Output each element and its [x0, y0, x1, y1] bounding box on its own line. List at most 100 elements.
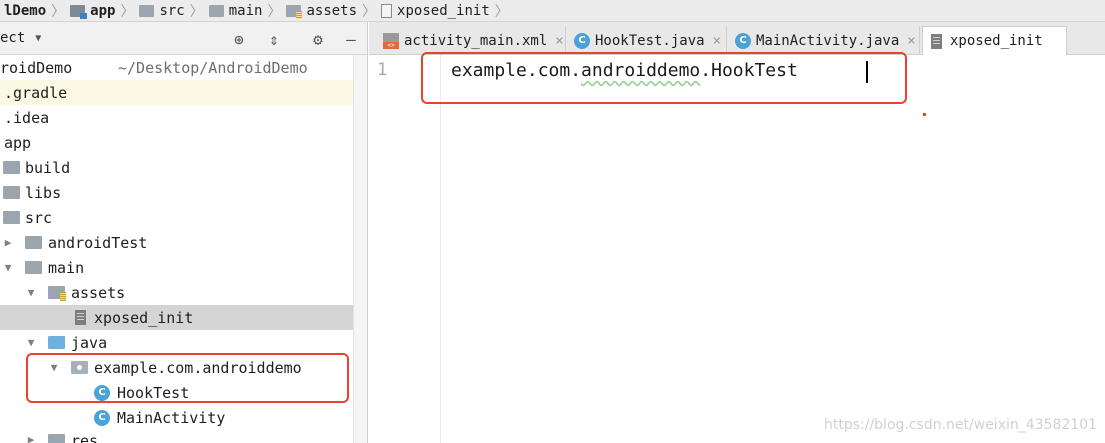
breadcrumb-item-src[interactable]: src [135, 0, 188, 21]
text-file-icon [75, 310, 86, 325]
chevron-right-icon: 〉 [51, 3, 66, 20]
tree-item-main[interactable]: ▼ main [0, 255, 353, 280]
tree-item-gradle[interactable]: .gradle [0, 80, 353, 105]
annotation-dot [923, 113, 926, 116]
crosshair-icon[interactable]: ⊕ [229, 29, 249, 49]
close-icon[interactable]: × [907, 33, 915, 49]
breadcrumb-label: app [90, 2, 116, 19]
breadcrumb: lDemo 〉 app 〉 src 〉 main 〉 assets 〉 xpos… [0, 0, 1105, 22]
collapse-arrow-icon[interactable]: ▼ [25, 286, 37, 299]
folder-icon [139, 4, 155, 17]
tree-item-label: xposed_init [94, 308, 194, 327]
assets-folder-icon [48, 286, 66, 301]
tab-label: MainActivity.java [756, 32, 900, 49]
line-number-gutter: 1 [369, 55, 441, 443]
tree-item-java[interactable]: ▼ java [0, 330, 353, 355]
tree-item-label: res [71, 432, 99, 443]
chevron-right-icon: 〉 [189, 3, 204, 20]
tree-item-label: .idea [4, 108, 50, 127]
editor-area: activity_main.xml × C HookTest.java × C … [369, 22, 1105, 443]
folder-icon [3, 186, 20, 199]
breadcrumb-item-project[interactable]: lDemo [0, 0, 50, 21]
tree-item-project-root[interactable]: roidDemo ~/Desktop/AndroidDemo [0, 55, 353, 80]
breadcrumb-label: lDemo [4, 2, 47, 19]
tab-label: activity_main.xml [404, 32, 548, 49]
tab-mainactivity-java[interactable]: C MainActivity.java × [727, 26, 920, 55]
tree-item-res[interactable]: ▶ res [0, 430, 353, 443]
tree-item-label: assets [71, 283, 126, 302]
annotation-highlight-box [421, 52, 907, 104]
tree-item-label: libs [25, 183, 62, 202]
vertical-scrollbar[interactable] [353, 55, 367, 443]
tree-item-xposed-init[interactable]: xposed_init [0, 305, 353, 330]
project-panel-toolbar: ect ▼ ⊕ ⇕ ⚙ — [0, 22, 367, 55]
tree-item-label: main [48, 258, 85, 277]
tree-item-build[interactable]: build [0, 155, 353, 180]
folder-icon [25, 236, 42, 249]
collapse-icon[interactable]: ⇕ [264, 29, 284, 49]
tree-item-label: MainActivity [117, 408, 226, 427]
tree-item-label: androidTest [48, 233, 148, 252]
tree-item-label: build [25, 158, 71, 177]
breadcrumb-item-xposed-init[interactable]: xposed_init [377, 0, 494, 21]
folder-icon [208, 4, 224, 17]
breadcrumb-label: src [159, 2, 185, 19]
breadcrumb-label: main [228, 2, 263, 19]
tree-item-androidtest[interactable]: ▶ androidTest [0, 230, 353, 255]
watermark: https://blog.csdn.net/weixin_43582101 [823, 417, 1097, 433]
tab-label: HookTest.java [595, 32, 705, 49]
tree-item-label: src [25, 208, 53, 227]
class-icon: C [94, 409, 110, 426]
class-icon: C [735, 32, 751, 49]
module-folder-icon [70, 4, 88, 19]
tab-label: xposed_init [950, 33, 1043, 49]
editor-tabs: activity_main.xml × C HookTest.java × C … [369, 22, 1105, 55]
text-file-icon [931, 33, 942, 49]
project-view-label: ect [0, 30, 26, 46]
annotation-highlight-box [26, 353, 349, 403]
assets-folder-icon [286, 4, 303, 19]
collapse-arrow-icon[interactable]: ▼ [2, 261, 14, 274]
source-folder-icon [48, 336, 65, 349]
tree-item-label: roidDemo [0, 58, 73, 77]
chevron-right-icon: 〉 [120, 3, 135, 20]
folder-icon [3, 161, 20, 174]
expand-arrow-icon[interactable]: ▶ [25, 433, 37, 443]
tab-hooktest-java[interactable]: C HookTest.java × [566, 26, 727, 55]
caret-down-icon: ▼ [35, 32, 42, 44]
collapse-arrow-icon[interactable]: ▼ [25, 336, 37, 349]
project-tree: roidDemo ~/Desktop/AndroidDemo .gradle .… [0, 55, 353, 443]
gear-icon[interactable]: ⚙ [308, 29, 328, 49]
tree-item-assets[interactable]: ▼ assets [0, 280, 353, 305]
tree-item-src[interactable]: src [0, 205, 353, 230]
tree-item-label: .gradle [4, 83, 68, 102]
project-panel: ect ▼ ⊕ ⇕ ⚙ — roidDemo ~/Desktop/Android… [0, 22, 368, 443]
breadcrumb-item-assets[interactable]: assets [282, 0, 361, 21]
tree-item-idea[interactable]: .idea [0, 105, 353, 130]
expand-arrow-icon[interactable]: ▶ [2, 236, 14, 249]
class-icon: C [574, 32, 590, 49]
folder-icon [25, 261, 42, 274]
line-number: 1 [377, 60, 388, 80]
chevron-right-icon: 〉 [494, 3, 509, 20]
breadcrumb-item-app[interactable]: app [66, 0, 119, 21]
tree-item-mainactivity[interactable]: C MainActivity [0, 405, 353, 430]
close-icon[interactable]: × [713, 33, 721, 49]
close-icon[interactable]: × [555, 33, 563, 49]
breadcrumb-item-main[interactable]: main [205, 0, 267, 21]
tree-item-path: ~/Desktop/AndroidDemo [118, 58, 308, 77]
minimize-icon[interactable]: — [341, 29, 361, 49]
breadcrumb-label: xposed_init [397, 2, 490, 19]
tree-item-libs[interactable]: libs [0, 180, 353, 205]
breadcrumb-label: assets [306, 2, 358, 19]
tab-activity-main-xml[interactable]: activity_main.xml × [375, 26, 566, 55]
chevron-right-icon: 〉 [362, 3, 377, 20]
tree-item-label: java [71, 333, 108, 352]
folder-icon [48, 434, 65, 443]
tab-xposed-init[interactable]: xposed_init [922, 26, 1067, 55]
tree-item-app[interactable]: app [0, 130, 353, 155]
project-view-selector[interactable]: ect ▼ [0, 30, 41, 46]
tree-item-label: app [4, 133, 32, 152]
xml-file-icon [383, 32, 399, 49]
text-file-icon [381, 3, 393, 18]
